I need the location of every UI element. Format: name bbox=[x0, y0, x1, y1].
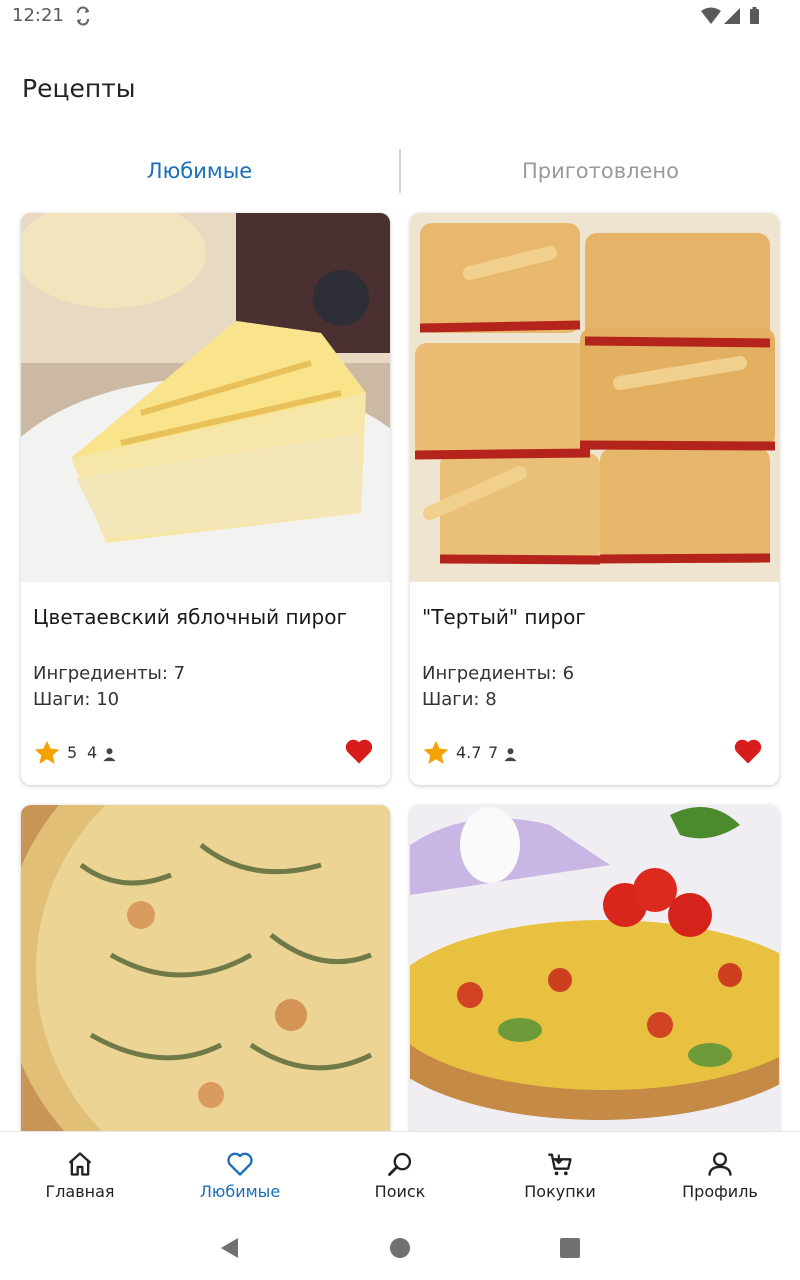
recipe-ingredients: Ингредиенты: 7 bbox=[33, 663, 186, 684]
recipe-card[interactable] bbox=[21, 805, 390, 1145]
search-icon bbox=[388, 1152, 412, 1176]
favorite-heart-icon[interactable] bbox=[344, 737, 374, 765]
bottom-navigation: Главная Любимые Поиск Покупки Профиль bbox=[0, 1131, 800, 1211]
recipe-image bbox=[21, 805, 390, 1145]
nav-search[interactable]: Поиск bbox=[320, 1132, 480, 1212]
nav-search-label: Поиск bbox=[374, 1182, 426, 1201]
nav-profile[interactable]: Профиль bbox=[640, 1132, 800, 1212]
signal-icon bbox=[724, 8, 740, 24]
recipe-image bbox=[410, 213, 779, 582]
recents-icon[interactable] bbox=[558, 1236, 582, 1260]
recipe-card[interactable] bbox=[410, 805, 779, 1145]
system-navigation-bar bbox=[0, 1211, 800, 1280]
nav-favorites[interactable]: Любимые bbox=[160, 1132, 320, 1212]
recipe-votes: 7 bbox=[488, 743, 499, 762]
recipe-votes: 4 bbox=[87, 743, 98, 762]
recipe-rating: 4.7 bbox=[456, 743, 482, 762]
recipe-image bbox=[21, 213, 390, 582]
recipe-card[interactable]: "Тертый" пирог Ингредиенты: 6 Шаги: 8 4.… bbox=[410, 213, 779, 785]
recipe-image bbox=[410, 805, 779, 1145]
back-icon[interactable] bbox=[218, 1236, 242, 1260]
nav-home-label: Главная bbox=[45, 1182, 115, 1201]
tab-bar: Любимые Приготовлено bbox=[0, 146, 800, 196]
nav-favorites-label: Любимые bbox=[199, 1182, 281, 1201]
recipe-title: Цветаевский яблочный пирог bbox=[33, 605, 347, 629]
favorite-heart-icon[interactable] bbox=[733, 737, 763, 765]
recipe-footer: 5 4 bbox=[33, 737, 378, 767]
tab-favorites[interactable]: Любимые bbox=[0, 146, 399, 196]
star-icon bbox=[34, 740, 60, 764]
person-icon bbox=[504, 748, 517, 762]
status-bar: 12:21 bbox=[0, 0, 800, 34]
recipe-ingredients: Ингредиенты: 6 bbox=[422, 663, 575, 684]
heart-outline-icon bbox=[227, 1152, 253, 1176]
tab-cooked[interactable]: Приготовлено bbox=[401, 146, 800, 196]
battery-icon bbox=[750, 9, 759, 24]
sync-icon bbox=[77, 6, 89, 26]
wifi-icon bbox=[701, 7, 721, 24]
cart-icon bbox=[548, 1153, 572, 1176]
status-indicators bbox=[701, 7, 759, 24]
recipe-rating: 5 bbox=[67, 743, 78, 762]
nav-home[interactable]: Главная bbox=[0, 1132, 160, 1212]
home-icon bbox=[68, 1152, 92, 1176]
home-button-icon[interactable] bbox=[388, 1236, 412, 1260]
page-title: Рецепты bbox=[22, 74, 136, 103]
nav-profile-label: Профиль bbox=[682, 1182, 758, 1201]
recipe-card[interactable]: Цветаевский яблочный пирог Ингредиенты: … bbox=[21, 213, 390, 785]
recipe-meta: Ингредиенты: 7 Шаги: 10 bbox=[33, 661, 185, 713]
star-icon bbox=[423, 740, 449, 764]
nav-shopping-label: Покупки bbox=[524, 1182, 596, 1201]
nav-shopping[interactable]: Покупки bbox=[480, 1132, 640, 1212]
recipe-footer: 4.7 7 bbox=[422, 737, 767, 767]
person-icon bbox=[103, 748, 116, 762]
person-icon bbox=[708, 1152, 732, 1176]
status-time: 12:21 bbox=[12, 5, 64, 26]
recipe-steps: Шаги: 8 bbox=[422, 689, 497, 710]
recipe-steps: Шаги: 10 bbox=[33, 689, 120, 710]
recipe-title: "Тертый" пирог bbox=[422, 605, 586, 629]
recipe-meta: Ингредиенты: 6 Шаги: 8 bbox=[422, 661, 574, 713]
